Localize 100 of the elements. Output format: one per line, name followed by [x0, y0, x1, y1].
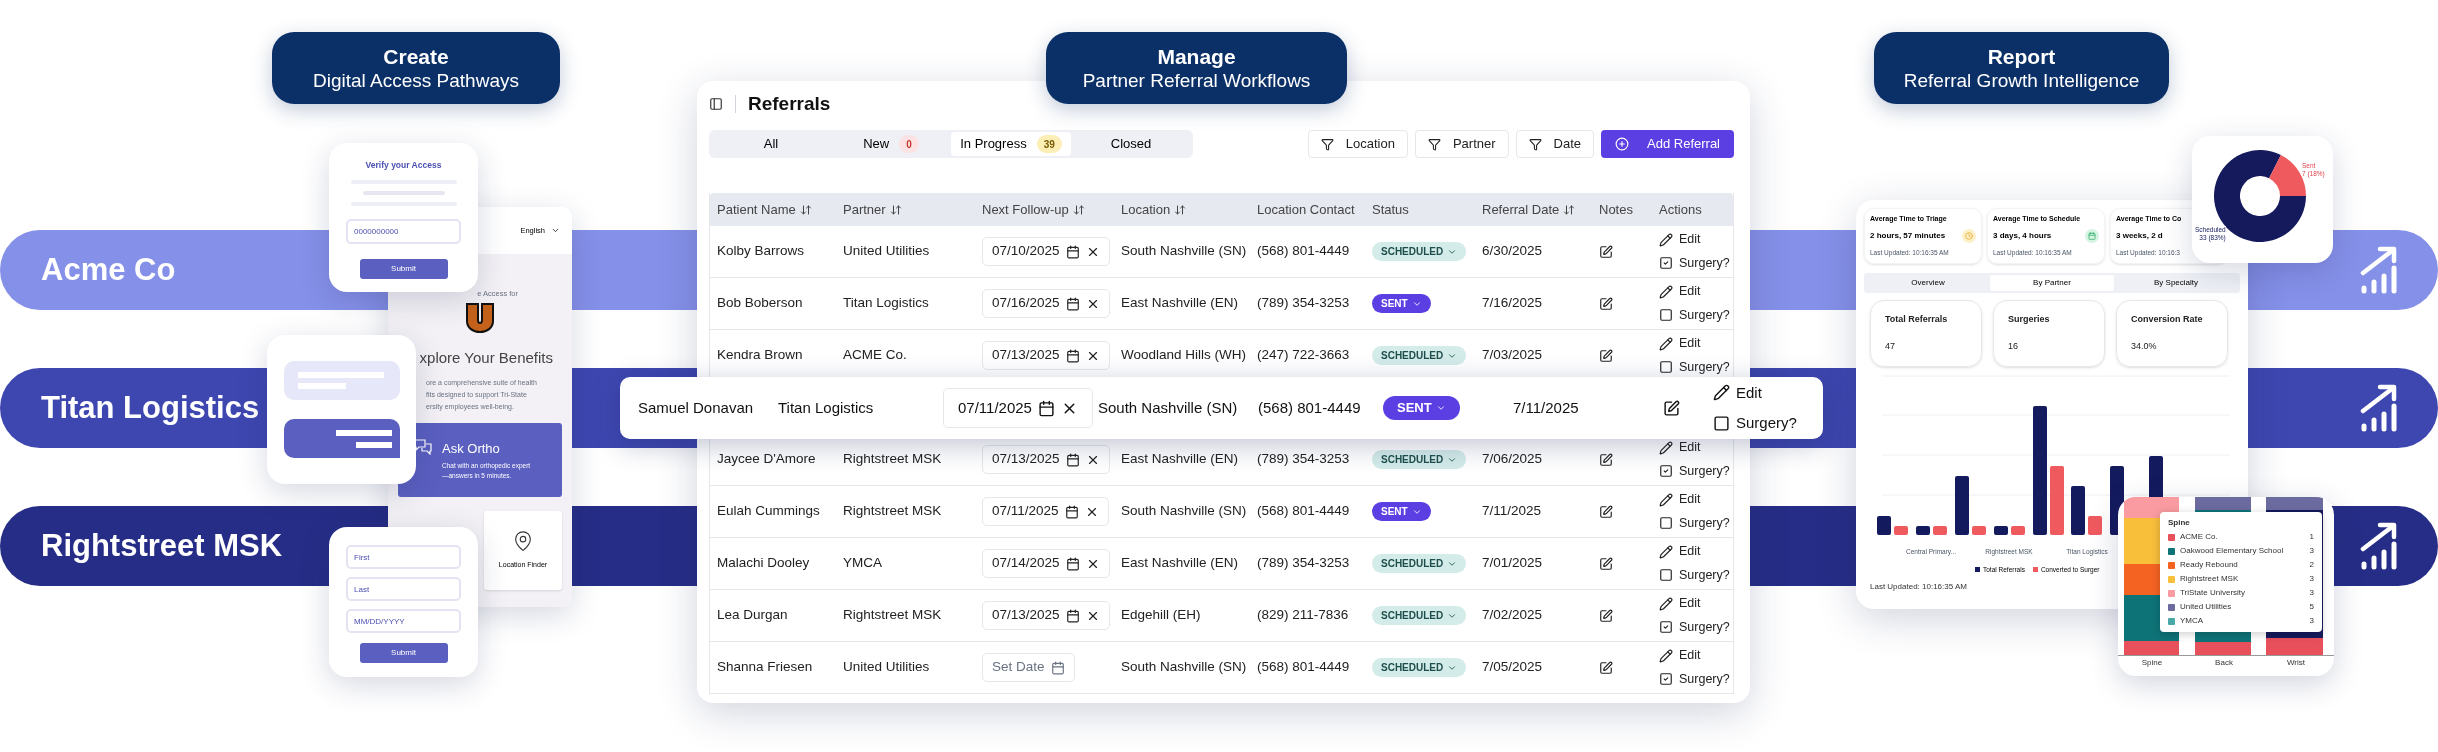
sidebar-toggle-icon[interactable] [709, 97, 723, 111]
calendar-icon[interactable] [1065, 348, 1080, 363]
date-field[interactable]: 07/13/2025 [982, 341, 1110, 370]
surgery-toggle[interactable]: Surgery? [1659, 566, 1733, 585]
column-header[interactable]: Location [1114, 199, 1250, 220]
sort-icon[interactable] [799, 203, 812, 216]
bar [1894, 526, 1908, 535]
status-dropdown[interactable]: SCHEDULED [1372, 658, 1467, 677]
calendar-icon[interactable] [1065, 608, 1080, 623]
table-row[interactable]: Samuel Donavan Titan Logistics 07/11/2025 South Nashville (SN) (568) 801-4449 SENT 7/11/2025 Edit Surgery? [620, 377, 1823, 439]
add-referral-button[interactable]: Add Referral [1601, 130, 1734, 158]
text-field[interactable]: MM/DD/YYYY [346, 609, 461, 633]
notes-icon[interactable] [1599, 296, 1613, 311]
tab[interactable]: Overview [1866, 275, 1990, 291]
table-row[interactable]: Malachi Dooley YMCA 07/14/2025 East Nashville (EN) (789) 354-3253 SCHEDULED 7/01/2025 Edit Surgery? [710, 538, 1733, 590]
column-header[interactable]: Next Follow-up [975, 199, 1114, 220]
checkbox-icon[interactable] [1659, 308, 1673, 323]
checkbox-icon[interactable] [1659, 620, 1673, 635]
table-row[interactable]: Bob Boberson Titan Logistics 07/16/2025 East Nashville (EN) (789) 354-3253 SENT 7/16/2025 Edit Surgery? [710, 278, 1733, 330]
date-field[interactable]: Set Date [982, 653, 1075, 682]
sort-icon[interactable] [889, 203, 902, 216]
notes-icon[interactable] [1599, 504, 1613, 519]
notes-icon[interactable] [1599, 608, 1613, 623]
tab[interactable]: By Partner [1990, 275, 2114, 291]
date-field[interactable]: 07/11/2025 [943, 388, 1093, 428]
status-dropdown[interactable]: SENT [1372, 502, 1431, 521]
table-row[interactable]: Kolby Barrows United Utilities 07/10/2025 South Nashville (SN) (568) 801-4449 SCHEDULED 6/30/2025 Edit Surgery? [710, 226, 1733, 278]
tab[interactable]: In Progress 39 [951, 132, 1071, 156]
submit-button[interactable]: Submit [359, 643, 448, 663]
submit-button[interactable]: Submit [359, 258, 448, 279]
edit-button[interactable]: Edit [1659, 282, 1733, 301]
status-dropdown[interactable]: SCHEDULED [1372, 554, 1467, 573]
filter-button[interactable]: Partner [1414, 130, 1509, 158]
tab[interactable]: New 0 [831, 132, 951, 156]
sort-icon[interactable] [1174, 203, 1187, 216]
date-field[interactable]: 07/14/2025 [982, 549, 1110, 578]
sort-icon[interactable] [1563, 203, 1576, 216]
edit-button[interactable]: Edit [1659, 542, 1733, 561]
column-header[interactable]: Partner [836, 199, 975, 220]
edit-button[interactable]: Edit [1659, 594, 1733, 613]
checkbox-icon[interactable] [1713, 414, 1730, 432]
calendar-icon[interactable] [1064, 504, 1079, 519]
surgery-toggle[interactable]: Surgery? [1659, 514, 1733, 533]
notes-icon[interactable] [1663, 399, 1680, 417]
notes-icon[interactable] [1599, 660, 1613, 675]
edit-button[interactable]: Edit [1659, 438, 1733, 457]
notes-icon[interactable] [1599, 556, 1613, 571]
tab[interactable]: All [711, 132, 831, 156]
text-field[interactable]: First [346, 545, 461, 569]
access-code-field[interactable]: 0000000000 [346, 218, 461, 244]
calendar-icon[interactable] [1065, 296, 1080, 311]
edit-button[interactable]: Edit [1659, 646, 1733, 665]
checkbox-icon[interactable] [1659, 256, 1673, 271]
surgery-toggle[interactable]: Surgery? [1659, 670, 1733, 689]
table-row[interactable]: Shanna Friesen United Utilities Set Date South Nashville (SN) (568) 801-4449 SCHEDULED 7/05/2025 Edit Surgery? [710, 642, 1733, 694]
calendar-icon[interactable] [1065, 556, 1080, 571]
filter-button[interactable]: Location [1307, 130, 1408, 158]
notes-icon[interactable] [1599, 244, 1613, 259]
column-header[interactable]: Patient Name [710, 199, 836, 220]
checkbox-icon[interactable] [1659, 360, 1673, 375]
checkbox-icon[interactable] [1659, 568, 1673, 583]
filter-button[interactable]: Date [1515, 130, 1594, 158]
status-dropdown[interactable]: SCHEDULED [1372, 606, 1467, 625]
status-dropdown[interactable]: SCHEDULED [1372, 346, 1467, 365]
edit-button[interactable]: Edit [1713, 381, 1823, 404]
tab[interactable]: Closed [1071, 132, 1191, 156]
date-field[interactable]: 07/13/2025 [982, 601, 1110, 630]
surgery-toggle[interactable]: Surgery? [1659, 254, 1733, 273]
calendar-icon[interactable] [1065, 244, 1080, 259]
checkbox-icon[interactable] [1659, 516, 1673, 531]
edit-button[interactable]: Edit [1659, 490, 1733, 509]
text-field[interactable]: Last [346, 577, 461, 601]
notes-icon[interactable] [1599, 348, 1613, 363]
sort-icon[interactable] [1072, 203, 1085, 216]
surgery-toggle[interactable]: Surgery? [1659, 618, 1733, 637]
column-header[interactable]: Referral Date [1475, 199, 1592, 220]
status-dropdown[interactable]: SCHEDULED [1372, 450, 1467, 469]
date-field[interactable]: 07/11/2025 [982, 497, 1109, 526]
surgery-toggle[interactable]: Surgery? [1659, 462, 1733, 481]
date-field[interactable]: 07/16/2025 [982, 289, 1110, 318]
surgery-toggle[interactable]: Surgery? [1659, 358, 1733, 377]
checkbox-icon[interactable] [1659, 464, 1673, 479]
table-row[interactable]: Lea Durgan Rightstreet MSK 07/13/2025 Edgehill (EH) (829) 211-7836 SCHEDULED 7/02/2025 Edit Surgery? [710, 590, 1733, 642]
status-dropdown[interactable]: SENT [1372, 294, 1431, 313]
checkbox-icon[interactable] [1659, 672, 1673, 687]
edit-button[interactable]: Edit [1659, 334, 1733, 353]
status-dropdown[interactable]: SENT [1383, 396, 1460, 420]
notes-icon[interactable] [1599, 452, 1613, 467]
surgery-toggle[interactable]: Surgery? [1659, 306, 1733, 325]
status-dropdown[interactable]: SCHEDULED [1372, 242, 1467, 261]
referral-date: 7/16/2025 [1481, 294, 1544, 313]
surgery-toggle[interactable]: Surgery? [1713, 412, 1823, 435]
calendar-icon[interactable] [1065, 452, 1080, 467]
tab[interactable]: By Specialty [2114, 275, 2238, 291]
edit-button[interactable]: Edit [1659, 230, 1733, 249]
date-field[interactable]: 07/13/2025 [982, 445, 1110, 474]
date-field[interactable]: 07/10/2025 [982, 237, 1110, 266]
calendar-icon[interactable] [1037, 399, 1055, 417]
table-row[interactable]: Eulah Cummings Rightstreet MSK 07/11/2025 South Nashville (SN) (568) 801-4449 SENT 7/11/2025 Edit Surgery? [710, 486, 1733, 538]
stat-label: Surgeries [2008, 313, 2051, 326]
